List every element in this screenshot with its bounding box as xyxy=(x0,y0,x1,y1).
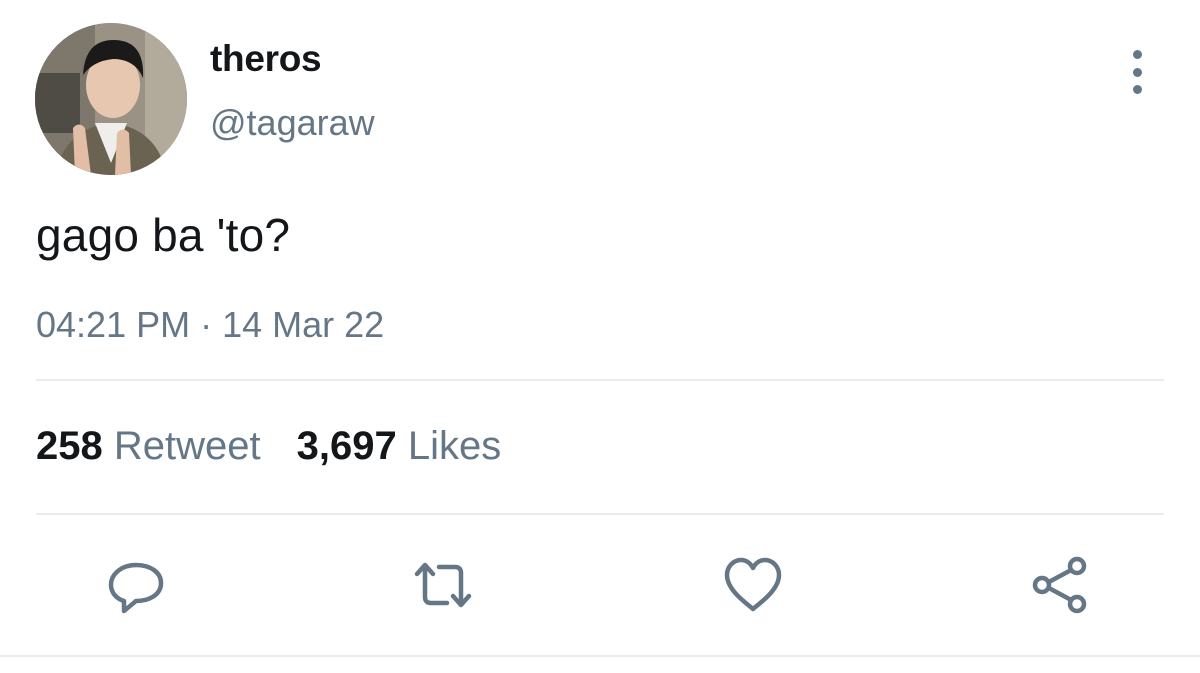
retweet-icon xyxy=(414,562,472,608)
divider xyxy=(0,655,1200,657)
timestamp-separator: · xyxy=(200,304,213,345)
tweet-text: gago ba 'to? xyxy=(36,209,291,261)
display-name[interactable]: theros xyxy=(210,38,322,80)
share-icon xyxy=(1032,556,1087,614)
retweets-stat[interactable]: 258 Retweet xyxy=(36,424,261,468)
tweet-date: 14 Mar 22 xyxy=(222,304,385,345)
avatar[interactable] xyxy=(35,23,187,175)
retweets-count: 258 xyxy=(36,424,103,468)
retweet-button[interactable] xyxy=(413,555,473,615)
more-dot xyxy=(1132,67,1142,77)
like-button[interactable] xyxy=(723,555,783,615)
reply-button[interactable] xyxy=(106,555,166,615)
likes-label: Likes xyxy=(407,424,502,468)
user-handle[interactable]: @tagaraw xyxy=(210,102,375,144)
more-vertical-icon xyxy=(1132,50,1142,59)
retweets-label: Retweet xyxy=(113,424,261,468)
likes-count: 3,697 xyxy=(296,424,397,468)
likes-stat[interactable]: 3,697 Likes xyxy=(297,424,502,468)
reply-icon xyxy=(108,562,164,614)
tweet-card: theros @tagaraw gago ba 'to? 04:21 PM · 14… xyxy=(0,0,1200,673)
more-dot xyxy=(1132,85,1142,94)
divider xyxy=(36,379,1164,381)
tweet-stats: 258 Retweet 3,697 Likes xyxy=(36,424,501,469)
tweet-time: 04:21 PM xyxy=(36,304,191,345)
avatar-image xyxy=(35,23,187,175)
share-button[interactable] xyxy=(1031,555,1091,615)
divider xyxy=(36,513,1164,515)
tweet-timestamp: 04:21 PM · 14 Mar 22 xyxy=(36,304,384,346)
more-options-button[interactable] xyxy=(1120,50,1154,94)
heart-icon xyxy=(724,557,782,612)
